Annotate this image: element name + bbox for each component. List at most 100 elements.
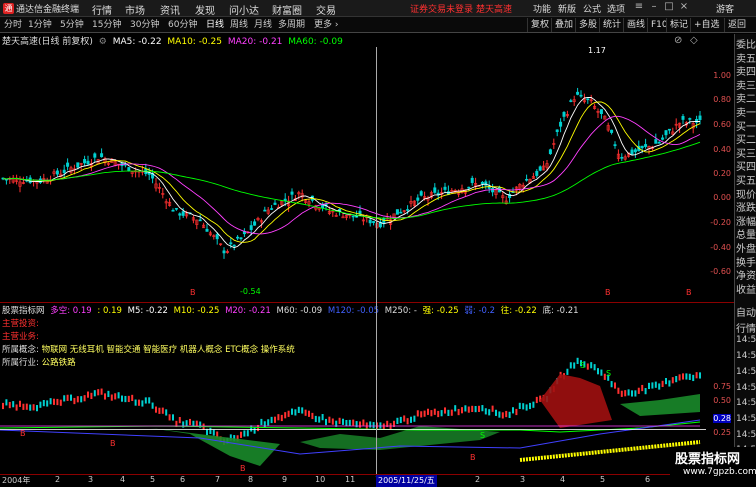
period-1min[interactable]: 1分钟 bbox=[26, 18, 54, 32]
time-axis-label: 6 bbox=[180, 475, 186, 484]
menu-new-version[interactable]: 新版 bbox=[558, 2, 576, 15]
candle-body bbox=[599, 109, 603, 114]
tool-mark[interactable]: 标记 bbox=[666, 18, 691, 32]
tool-draw[interactable]: 画线 bbox=[623, 18, 648, 32]
price-axis-label: 0.40 bbox=[713, 145, 731, 154]
close-icon[interactable]: × bbox=[678, 1, 690, 14]
green-area bbox=[620, 394, 700, 416]
candle-body bbox=[368, 219, 372, 224]
tool-fuquan[interactable]: 复权 bbox=[527, 18, 552, 32]
price-axis-label: 0.20 bbox=[713, 169, 731, 178]
period-more[interactable]: 更多 › bbox=[312, 18, 340, 32]
ma20-line bbox=[2, 115, 701, 235]
m120-value: M120: -0.05 bbox=[327, 306, 380, 316]
guest-label[interactable]: 游客 bbox=[716, 2, 734, 15]
menu-discover[interactable]: 发现 bbox=[195, 2, 215, 17]
m10-value: M10: -0.25 bbox=[173, 306, 220, 316]
tool-multistock[interactable]: 多股 bbox=[575, 18, 600, 32]
maximize-panel-icon[interactable]: ◇ bbox=[690, 35, 698, 46]
buy-signal-marker: B bbox=[605, 288, 611, 297]
period-weekly[interactable]: 周线 bbox=[228, 18, 250, 32]
menu-ask[interactable]: 问小达 bbox=[229, 2, 259, 17]
candle-body bbox=[399, 211, 403, 214]
period-60min[interactable]: 60分钟 bbox=[166, 18, 199, 32]
candle-body bbox=[657, 142, 661, 144]
watermark-title: 股票指标网 bbox=[675, 452, 741, 467]
signal-marker: B bbox=[20, 429, 26, 438]
candle-body bbox=[569, 100, 573, 102]
tool-overlay[interactable]: 叠加 bbox=[551, 18, 576, 32]
period-toolbar: 分时 1分钟 5分钟 15分钟 30分钟 60分钟 日线 周线 月线 多周期 更… bbox=[0, 17, 756, 33]
watermark-url: www.7gpzb.com bbox=[683, 467, 756, 477]
indicator-axis-label: 0.75 bbox=[713, 382, 731, 391]
quote-panel-label: 14:50 bbox=[736, 366, 756, 377]
indicator-axis-label: 0.25 bbox=[713, 428, 731, 437]
candle-body bbox=[83, 159, 87, 164]
app-title: 通达信金融终端 bbox=[16, 5, 80, 15]
time-axis-label: 4 bbox=[560, 475, 566, 484]
period-daily[interactable]: 日线 bbox=[204, 18, 226, 32]
qiang-value: 强: -0.25 bbox=[422, 306, 459, 316]
menu-news[interactable]: 资讯 bbox=[160, 2, 180, 17]
signal-marker: B bbox=[240, 464, 246, 473]
buy-signal-marker: B bbox=[190, 288, 196, 297]
pane-divider[interactable] bbox=[0, 302, 734, 303]
collapse-icon[interactable]: ⊘ bbox=[674, 35, 682, 46]
settings-icon[interactable]: ⚙ bbox=[99, 37, 107, 47]
candle-body bbox=[181, 211, 185, 216]
menu-market[interactable]: 市场 bbox=[125, 2, 145, 17]
period-monthly[interactable]: 月线 bbox=[252, 18, 274, 32]
time-axis-label: 10 bbox=[315, 475, 326, 484]
concept-label: 所属概念: bbox=[2, 345, 39, 355]
candle-body bbox=[613, 144, 617, 147]
candle-body bbox=[253, 221, 257, 226]
menu-hangqing[interactable]: 行情 bbox=[92, 2, 112, 17]
candle-body bbox=[205, 228, 209, 232]
candle-body bbox=[640, 145, 644, 149]
candle-body bbox=[443, 186, 447, 190]
industry-label: 所属行业: bbox=[2, 358, 39, 368]
candle-body bbox=[382, 218, 386, 224]
candle-body bbox=[654, 139, 658, 144]
time-axis-label: 3 bbox=[88, 475, 94, 484]
maximize-icon[interactable]: □ bbox=[663, 1, 675, 14]
candle-body bbox=[416, 197, 420, 201]
tool-back[interactable]: 返回 bbox=[724, 18, 749, 32]
period-multi[interactable]: 多周期 bbox=[276, 18, 307, 32]
tool-add-watchlist[interactable]: +自选 bbox=[690, 18, 723, 32]
time-axis-label: 2 bbox=[475, 475, 481, 484]
stock-short-name: 楚天高速 bbox=[476, 5, 513, 15]
menu-wealth[interactable]: 财富圈 bbox=[272, 2, 302, 17]
candle-body bbox=[610, 129, 614, 133]
candle-body bbox=[100, 153, 104, 158]
signal-marker: S bbox=[580, 361, 585, 370]
indicator-axis-label: 0.50 bbox=[713, 396, 731, 405]
candle-body bbox=[273, 202, 277, 205]
candle-body bbox=[127, 167, 131, 172]
signal-marker: B bbox=[470, 453, 476, 462]
signal-marker: B bbox=[110, 439, 116, 448]
candle-body bbox=[688, 118, 692, 120]
candle-body bbox=[290, 191, 294, 195]
menu-formula[interactable]: 公式 bbox=[583, 2, 601, 15]
period-30min[interactable]: 30分钟 bbox=[128, 18, 161, 32]
minimize-icon[interactable]: – bbox=[648, 1, 660, 14]
candlestick-chart[interactable]: BBB bbox=[0, 47, 706, 301]
candle-body bbox=[555, 129, 559, 133]
menu-trade[interactable]: 交易 bbox=[316, 2, 336, 17]
login-notice[interactable]: 证券交易未登录 bbox=[410, 2, 473, 15]
period-15min[interactable]: 15分钟 bbox=[90, 18, 123, 32]
tool-stats[interactable]: 统计 bbox=[599, 18, 624, 32]
price-axis-label: -0.40 bbox=[710, 243, 731, 252]
period-5min[interactable]: 5分钟 bbox=[58, 18, 86, 32]
menu-icon[interactable]: ≡ bbox=[633, 1, 645, 14]
menu-options[interactable]: 选项 bbox=[607, 2, 625, 15]
time-axis-label: 9 bbox=[282, 475, 288, 484]
candle-body bbox=[576, 91, 580, 95]
menu-function[interactable]: 功能 bbox=[533, 2, 551, 15]
candle-body bbox=[559, 121, 563, 127]
stock-name-label: 楚天高速(日线 前复权) bbox=[2, 37, 93, 47]
period-fenshi[interactable]: 分时 bbox=[2, 18, 24, 32]
m250-value: M250: - bbox=[384, 306, 417, 316]
candle-body bbox=[470, 177, 474, 183]
